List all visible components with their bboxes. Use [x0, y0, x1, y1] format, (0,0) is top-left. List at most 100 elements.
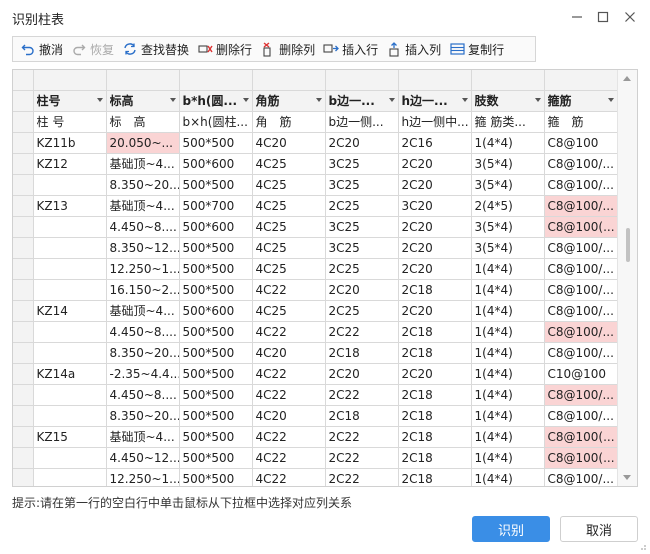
table-cell[interactable]: 2C20 — [325, 279, 399, 301]
row-header-cell[interactable] — [13, 174, 34, 196]
table-cell[interactable]: 2C20 — [325, 132, 399, 154]
subheader-cell[interactable]: 箍 筋类... — [471, 111, 545, 133]
cancel-button[interactable]: 取消 — [560, 516, 638, 542]
table-cell[interactable]: 2C20 — [398, 258, 472, 280]
table-cell[interactable]: 1(4*4) — [471, 132, 545, 154]
table-cell[interactable]: 1(4*4) — [471, 363, 545, 385]
table-cell[interactable]: C8@100/... — [544, 342, 618, 364]
table-cell[interactable] — [33, 258, 107, 280]
table-cell[interactable]: 4C25 — [252, 237, 326, 259]
table-cell[interactable] — [33, 216, 107, 238]
table-cell[interactable]: 4.450~8.... — [106, 216, 180, 238]
table-cell[interactable]: 500*500 — [179, 342, 253, 364]
table-cell[interactable]: 基础顶~4... — [106, 153, 180, 175]
table-cell[interactable]: 1(4*4) — [471, 321, 545, 343]
table-cell[interactable]: 3C25 — [325, 153, 399, 175]
recognize-button[interactable]: 识别 — [472, 516, 550, 542]
table-cell[interactable] — [33, 279, 107, 301]
subheader-cell[interactable]: b×h(圆柱... — [179, 111, 253, 133]
subheader-cell[interactable]: 标 高 — [106, 111, 180, 133]
row-header-cell[interactable] — [13, 468, 34, 486]
insert-row-button[interactable]: 插入行 — [320, 38, 383, 60]
table-cell[interactable]: 16.150~2... — [106, 279, 180, 301]
table-cell[interactable]: 4.450~8.... — [106, 384, 180, 406]
column-mapping-dropdown[interactable]: 角筋 — [252, 90, 326, 112]
table-cell[interactable]: 2C20 — [398, 216, 472, 238]
table-cell[interactable]: 1(4*4) — [471, 468, 545, 486]
table-cell[interactable]: 2C25 — [325, 300, 399, 322]
table-cell[interactable] — [33, 174, 107, 196]
table-cell[interactable]: -2.35~4.4... — [106, 363, 180, 385]
blank-mapping-cell[interactable] — [252, 70, 326, 91]
table-cell[interactable]: 2C18 — [398, 405, 472, 427]
table-cell[interactable]: KZ14 — [33, 300, 107, 322]
table-cell[interactable]: 500*700 — [179, 195, 253, 217]
table-cell[interactable]: 500*500 — [179, 174, 253, 196]
table-cell[interactable]: 500*500 — [179, 132, 253, 154]
row-header-cell[interactable] — [13, 237, 34, 259]
table-cell[interactable]: 4C25 — [252, 216, 326, 238]
table-cell[interactable]: KZ13 — [33, 195, 107, 217]
blank-mapping-cell[interactable] — [179, 70, 253, 91]
table-cell[interactable]: 2(4*5) — [471, 195, 545, 217]
maximize-button[interactable] — [592, 6, 614, 28]
table-cell[interactable]: 4.450~8.... — [106, 321, 180, 343]
table-cell[interactable]: C8@100/... — [544, 468, 618, 486]
table-cell[interactable]: 4C22 — [252, 363, 326, 385]
table-cell[interactable]: 4C22 — [252, 321, 326, 343]
table-cell[interactable]: 4C25 — [252, 153, 326, 175]
subheader-cell[interactable]: b边一侧... — [325, 111, 399, 133]
row-header-cell[interactable] — [13, 195, 34, 217]
table-cell[interactable]: C8@100/... — [544, 384, 618, 406]
column-mapping-dropdown[interactable]: b边一... — [325, 90, 399, 112]
table-cell[interactable]: 4C25 — [252, 300, 326, 322]
insert-column-button[interactable]: 插入列 — [383, 38, 446, 60]
blank-mapping-cell[interactable] — [106, 70, 180, 91]
table-cell[interactable] — [33, 468, 107, 486]
subheader-cell[interactable]: h边一侧中... — [398, 111, 472, 133]
table-cell[interactable]: C8@100/... — [544, 153, 618, 175]
row-header-cell[interactable] — [13, 405, 34, 427]
table-cell[interactable]: 4C22 — [252, 468, 326, 486]
table-cell[interactable]: 500*600 — [179, 153, 253, 175]
vertical-scrollbar[interactable] — [617, 70, 637, 486]
table-cell[interactable]: 500*500 — [179, 426, 253, 448]
table-cell[interactable]: 1(4*4) — [471, 405, 545, 427]
table-cell[interactable]: 3C25 — [325, 237, 399, 259]
table-cell[interactable]: 4C20 — [252, 342, 326, 364]
column-mapping-dropdown[interactable]: b*h(圆... — [179, 90, 253, 112]
table-cell[interactable]: 基础顶~4... — [106, 300, 180, 322]
undo-button[interactable]: 撤消 — [17, 38, 68, 60]
table-cell[interactable]: C8@100/... — [544, 300, 618, 322]
table-cell[interactable]: 12.250~1... — [106, 468, 180, 486]
table-cell[interactable]: KZ15 — [33, 426, 107, 448]
table-cell[interactable]: KZ12 — [33, 153, 107, 175]
blank-mapping-cell[interactable] — [33, 70, 107, 91]
table-cell[interactable]: C8@100/... — [544, 258, 618, 280]
table-cell[interactable]: 4C20 — [252, 405, 326, 427]
table-cell[interactable]: 2C20 — [398, 174, 472, 196]
table-cell[interactable] — [33, 321, 107, 343]
table-cell[interactable]: 3C20 — [398, 195, 472, 217]
find-replace-button[interactable]: 查找替换 — [119, 38, 194, 60]
table-cell[interactable]: 3(5*4) — [471, 174, 545, 196]
scroll-down-arrow-icon[interactable] — [623, 475, 631, 480]
blank-mapping-cell[interactable] — [544, 70, 618, 91]
table-cell[interactable]: 2C18 — [398, 468, 472, 486]
table-cell[interactable]: 2C18 — [398, 447, 472, 469]
table-cell[interactable]: 2C25 — [325, 195, 399, 217]
table-cell[interactable]: 2C20 — [398, 363, 472, 385]
table-cell[interactable]: 3(5*4) — [471, 153, 545, 175]
row-header-cell[interactable] — [13, 300, 34, 322]
table-cell[interactable]: 基础顶~4... — [106, 426, 180, 448]
column-mapping-dropdown[interactable]: h边一... — [398, 90, 472, 112]
table-cell[interactable]: C8@100/... — [544, 321, 618, 343]
table-cell[interactable]: 2C18 — [398, 426, 472, 448]
table-cell[interactable]: 2C20 — [398, 153, 472, 175]
subheader-cell[interactable]: 柱 号 — [33, 111, 107, 133]
table-cell[interactable]: 3C25 — [325, 216, 399, 238]
table-cell[interactable]: 500*500 — [179, 321, 253, 343]
table-cell[interactable]: 3C25 — [325, 174, 399, 196]
resize-grip-icon[interactable] — [637, 541, 647, 551]
scroll-up-arrow-icon[interactable] — [623, 76, 631, 81]
